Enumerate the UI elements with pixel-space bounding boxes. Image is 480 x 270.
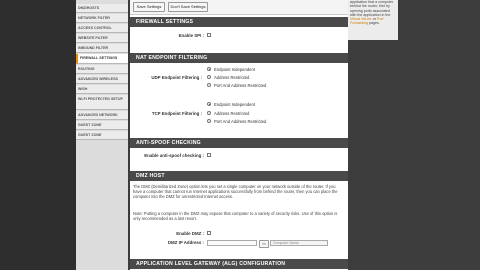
udp-address-restricted-label: Address Restricted (214, 75, 250, 80)
tcp-endpoint-independent-radio[interactable] (207, 102, 211, 106)
tcp-port-address-restricted-label: Port And Address Restricted (214, 119, 267, 124)
sidebar: DMZ/HOSTS NETWORK FILTER ACCESS CONTROL … (76, 0, 128, 270)
anti-spoof-label: Enable anti-spoof checking : (144, 153, 204, 158)
main-content (130, 0, 348, 270)
dmz-copy-button[interactable]: << (259, 240, 269, 248)
udp-address-restricted-radio[interactable] (207, 75, 211, 79)
router-admin-page: DMZ/HOSTS NETWORK FILTER ACCESS CONTROL … (0, 0, 480, 270)
anti-spoof-checkbox[interactable] (207, 153, 211, 157)
udp-endpoint-independent-radio[interactable] (207, 67, 211, 71)
sidebar-item-dmz[interactable]: DMZ/HOSTS (76, 4, 128, 13)
sidebar-item-network-filter[interactable]: NETWORK FILTER (76, 14, 128, 23)
nat-endpoint-filtering-heading: NAT ENDPOINT FILTERING (130, 53, 348, 63)
help-body: application that a computer behind the r… (350, 0, 394, 17)
sidebar-item-firewall-settings[interactable]: FIREWALL SETTINGS (76, 54, 128, 64)
udp-port-address-restricted-radio[interactable] (207, 83, 211, 87)
sidebar-item-guest-zone-2[interactable]: GUEST ZONE (76, 131, 128, 140)
tcp-endpoint-independent-label: Endpoint Independent (214, 102, 255, 107)
sidebar-item-wish[interactable]: WISH (76, 85, 128, 94)
tcp-address-restricted-radio[interactable] (207, 111, 211, 115)
dont-save-settings-button[interactable]: Don't Save Settings (168, 2, 208, 12)
button-bar: Save Settings Don't Save Settings (130, 0, 348, 15)
tcp-address-restricted-label: Address Restricted (214, 111, 250, 116)
sidebar-item-guest-zone-1[interactable]: GUEST ZONE (76, 121, 128, 130)
sidebar-item-access-control[interactable]: ACCESS CONTROL (76, 24, 128, 33)
udp-endpoint-filtering-label: UDP Endpoint Filtering : (151, 75, 202, 80)
help-end: pages. (368, 21, 380, 26)
dmz-ip-address-label: DMZ IP Address : (167, 240, 204, 245)
computer-name-select[interactable]: Computer Name (270, 240, 328, 246)
alg-configuration-heading: APPLICATION LEVEL GATEWAY (ALG) CONFIGUR… (130, 259, 348, 269)
save-settings-button[interactable]: Save Settings (133, 2, 165, 12)
sidebar-item-wifi-protected-setup[interactable]: WI-FI PROTECTED SETUP (76, 95, 128, 110)
tcp-endpoint-filtering-label: TCP Endpoint Filtering : (151, 111, 202, 116)
left-gutter (0, 0, 76, 270)
sidebar-item-website-filter[interactable]: WEBSITE FILTER (76, 34, 128, 43)
sidebar-item-routing[interactable]: ROUTING (76, 65, 128, 74)
firewall-settings-heading: FIREWALL SETTINGS (130, 17, 348, 27)
enable-dmz-label: Enable DMZ : (176, 231, 204, 236)
help-text: application that a computer behind the r… (350, 0, 396, 26)
dmz-ip-address-input[interactable] (207, 240, 257, 246)
dmz-host-heading: DMZ HOST (130, 171, 348, 181)
dmz-note: Note: Putting a computer in the DMZ may … (133, 211, 338, 221)
udp-port-address-restricted-label: Port And Address Restricted (214, 83, 267, 88)
tcp-port-address-restricted-radio[interactable] (207, 119, 211, 123)
anti-spoof-heading: ANTI-SPOOF CHECKING (130, 138, 348, 148)
enable-spi-checkbox[interactable] (207, 33, 211, 37)
enable-dmz-checkbox[interactable] (207, 231, 211, 235)
sidebar-item-advanced-network[interactable]: ADVANCED NETWORK (76, 111, 128, 120)
sidebar-item-advanced-wireless[interactable]: ADVANCED WIRELESS (76, 75, 128, 84)
udp-endpoint-independent-label: Endpoint Independent (214, 67, 255, 72)
dmz-description: The DMZ (Demilitarized Zone) option lets… (133, 184, 338, 199)
right-panel (348, 0, 480, 270)
enable-spi-label: Enable SPI : (178, 33, 204, 38)
sidebar-item-inbound-filter[interactable]: INBOUND FILTER (76, 44, 128, 53)
